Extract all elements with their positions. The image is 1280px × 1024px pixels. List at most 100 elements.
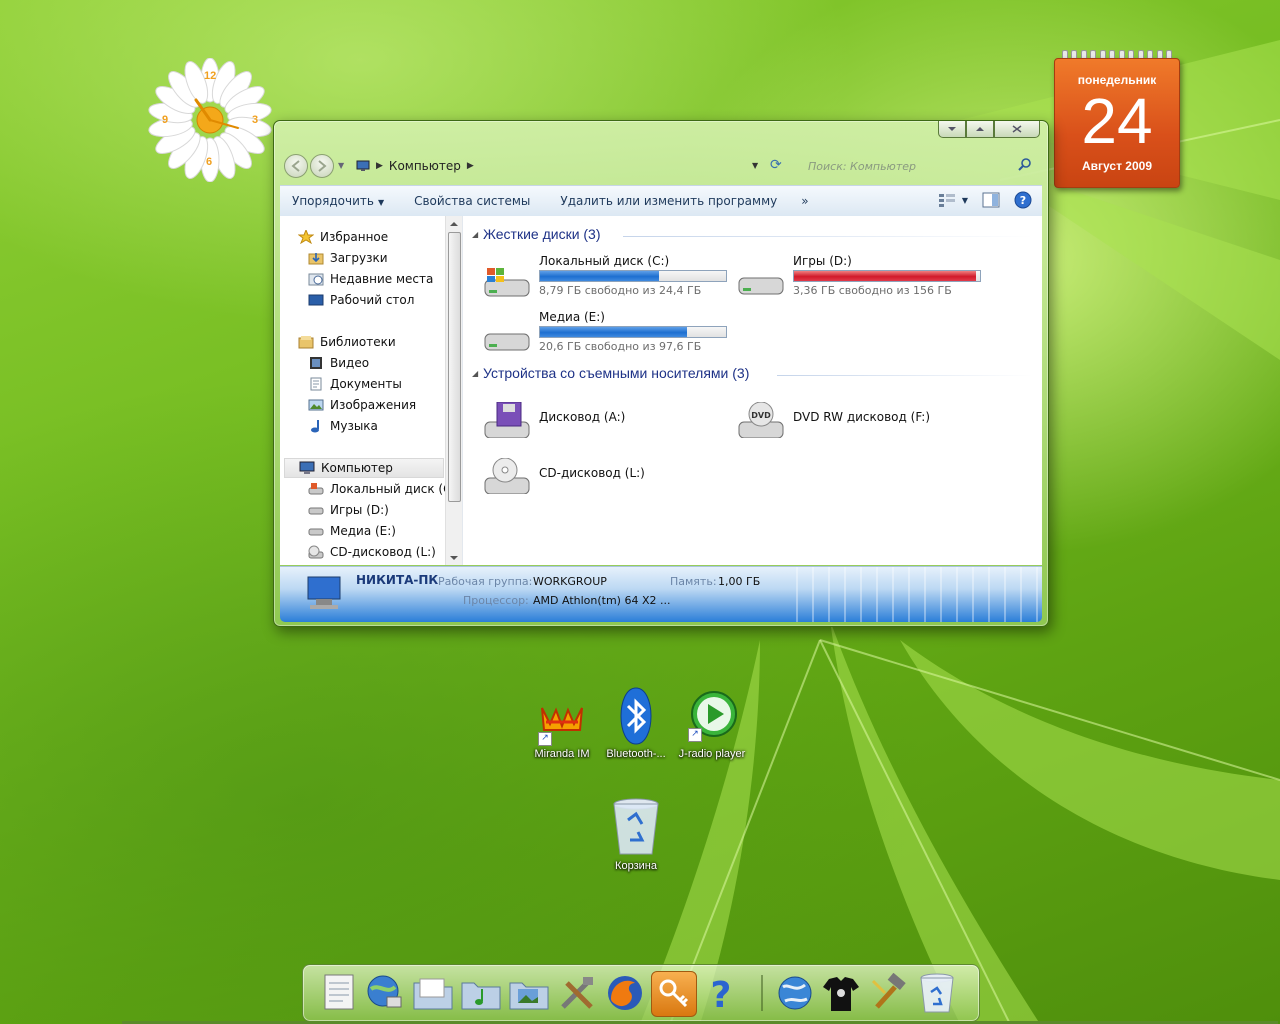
close-button[interactable] — [994, 121, 1040, 138]
dvd-icon-text: DVD — [751, 411, 771, 420]
nav-scrollbar[interactable] — [445, 216, 462, 565]
desktop-icon-recycle-bin[interactable]: Корзина — [596, 796, 676, 872]
dock-item-folder[interactable] — [411, 971, 455, 1015]
forward-button[interactable] — [310, 154, 334, 178]
documents-icon — [308, 377, 324, 391]
uninstall-program-button[interactable]: Удалить или изменить программу — [542, 194, 789, 208]
nav-drive-c[interactable]: Локальный диск (C:) — [308, 479, 462, 499]
nav-libraries[interactable]: Библиотеки — [298, 332, 462, 352]
tools-icon — [561, 977, 593, 1009]
group-divider — [777, 375, 1033, 376]
drive-name: Медиа (E:) — [539, 310, 605, 324]
nav-label: Избранное — [320, 230, 389, 244]
help-icon[interactable]: ? — [1014, 191, 1032, 209]
dock-item-music-folder[interactable] — [459, 971, 503, 1015]
nav-desktop[interactable]: Рабочий стол — [308, 290, 462, 310]
minimize-button[interactable] — [938, 121, 966, 138]
dvd-drive-icon: DVD — [738, 402, 784, 438]
dock-item-key[interactable] — [651, 971, 697, 1017]
desktop-icon-miranda[interactable]: ↗ Miranda IM — [522, 694, 602, 760]
nav-drive-d[interactable]: Игры (D:) — [308, 500, 462, 520]
group-removable-devices[interactable]: Устройства со съемными носителями (3) — [483, 365, 749, 381]
drive-e-tile[interactable]: Медиа (E:) 20,6 ГБ свободно из 97,6 ГБ — [483, 310, 733, 366]
dock-item-tools[interactable] — [555, 971, 599, 1015]
dock-item-recycle-bin[interactable] — [915, 971, 959, 1015]
clock-numeral-12: 12 — [204, 70, 217, 82]
nav-video[interactable]: Видео — [308, 353, 462, 373]
cd-drive-tile[interactable]: CD-дисковод (L:) — [483, 448, 723, 504]
clock-numeral-3: 3 — [252, 114, 259, 126]
workgroup-label: Рабочая группа: — [438, 575, 533, 588]
desktop-icon-jradio[interactable]: ↗ J-radio player — [672, 688, 752, 760]
explorer-window[interactable]: ▼ ▶ Компьютер ▶ ▼ ⟳ Поиск: Компьютер Упо… — [273, 120, 1049, 627]
calendar-gadget[interactable]: понедельник 24 Август 2009 — [1054, 50, 1180, 188]
back-arrow-icon — [291, 160, 300, 172]
drive-d-tile[interactable]: Игры (D:) 3,36 ГБ свободно из 156 ГБ — [737, 254, 987, 310]
organize-button[interactable]: Упорядочить ▼ — [280, 194, 396, 208]
floppy-drive-tile[interactable]: Дисковод (A:) — [483, 392, 723, 448]
minimize-icon — [948, 127, 956, 131]
preview-pane-icon[interactable] — [982, 192, 1000, 208]
dock-item-tshirt[interactable] — [819, 971, 863, 1015]
nav-downloads[interactable]: Загрузки — [308, 248, 462, 268]
breadcrumb-computer[interactable]: Компьютер — [389, 159, 461, 173]
command-bar: Упорядочить ▼ Свойства системы Удалить ил… — [280, 185, 1042, 217]
search-icon[interactable] — [1018, 158, 1032, 172]
desktop-icon-bluetooth[interactable]: Bluetooth-... — [596, 686, 676, 760]
change-view-button[interactable]: ▼ — [938, 193, 968, 207]
dock-item-firefox[interactable] — [603, 971, 647, 1015]
drive-name: Локальный диск (C:) — [539, 254, 670, 268]
group-hard-disks[interactable]: Жесткие диски (3) — [483, 226, 601, 242]
folder-icon — [413, 978, 453, 1010]
maximize-icon — [976, 127, 984, 131]
dock-item-notepad[interactable] — [317, 971, 361, 1015]
memory-value: 1,00 ГБ — [718, 575, 761, 588]
dock-item-pictures-folder[interactable] — [507, 971, 551, 1015]
recycle-bin-icon — [920, 973, 954, 1013]
nav-drive-l[interactable]: CD-дисковод (L:) — [308, 542, 462, 562]
device-name: CD-дисковод (L:) — [539, 466, 645, 480]
cd-drive-icon — [484, 458, 530, 494]
nav-label: Документы — [330, 377, 402, 391]
details-pane: НИКИТА-ПК Рабочая группа: WORKGROUP Памя… — [280, 566, 1042, 622]
maximize-button[interactable] — [966, 121, 994, 138]
dvd-drive-tile[interactable]: DVD DVD RW дисковод (F:) — [737, 392, 997, 448]
address-dropdown-icon[interactable]: ▼ — [752, 161, 758, 170]
breadcrumb-arrow-icon[interactable]: ▶ — [376, 161, 383, 171]
clock-gadget[interactable]: 12 3 6 9 — [148, 57, 272, 183]
collapse-group-icon[interactable]: ◢ — [472, 230, 478, 239]
system-properties-button[interactable]: Свойства системы — [396, 194, 542, 208]
scroll-up-icon[interactable] — [446, 217, 462, 231]
memory-label: Память: — [670, 575, 717, 588]
help-icon: ? — [711, 975, 732, 1013]
view-tiles-icon — [938, 194, 955, 207]
nav-recent-places[interactable]: Недавние места — [308, 269, 462, 289]
nav-music[interactable]: Музыка — [308, 416, 462, 436]
address-bar[interactable]: ▶ Компьютер ▶ — [352, 155, 772, 177]
recent-pages-dropdown-icon[interactable]: ▼ — [338, 161, 344, 170]
bluetooth-icon — [620, 687, 652, 745]
hard-drive-icon — [308, 524, 324, 538]
drive-c-tile[interactable]: Локальный диск (C:) 8,79 ГБ свободно из … — [483, 254, 733, 310]
nav-drive-e[interactable]: Медиа (E:) — [308, 521, 462, 541]
dock-item-globe[interactable] — [773, 971, 817, 1015]
nav-label: Загрузки — [330, 251, 388, 265]
dock-item-hammer[interactable] — [867, 971, 911, 1015]
nav-computer[interactable]: Компьютер — [284, 458, 444, 478]
computer-icon — [299, 461, 315, 475]
nav-label: Рабочий стол — [330, 293, 415, 307]
dock-item-network[interactable] — [363, 971, 407, 1015]
nav-favorites[interactable]: Избранное — [297, 227, 462, 247]
scroll-down-icon[interactable] — [446, 551, 462, 565]
dock-item-help[interactable]: ? — [699, 971, 743, 1015]
scrollbar-thumb[interactable] — [448, 232, 461, 502]
nav-documents[interactable]: Документы — [308, 374, 462, 394]
collapse-group-icon[interactable]: ◢ — [472, 369, 478, 378]
refresh-icon[interactable]: ⟳ — [770, 157, 782, 173]
search-input[interactable]: Поиск: Компьютер — [800, 155, 1038, 177]
desktop-icon-label: Корзина — [615, 860, 657, 872]
nav-pictures[interactable]: Изображения — [308, 395, 462, 415]
breadcrumb-arrow-icon[interactable]: ▶ — [467, 161, 474, 171]
more-commands-button[interactable]: » — [789, 194, 820, 208]
back-button[interactable] — [284, 154, 308, 178]
